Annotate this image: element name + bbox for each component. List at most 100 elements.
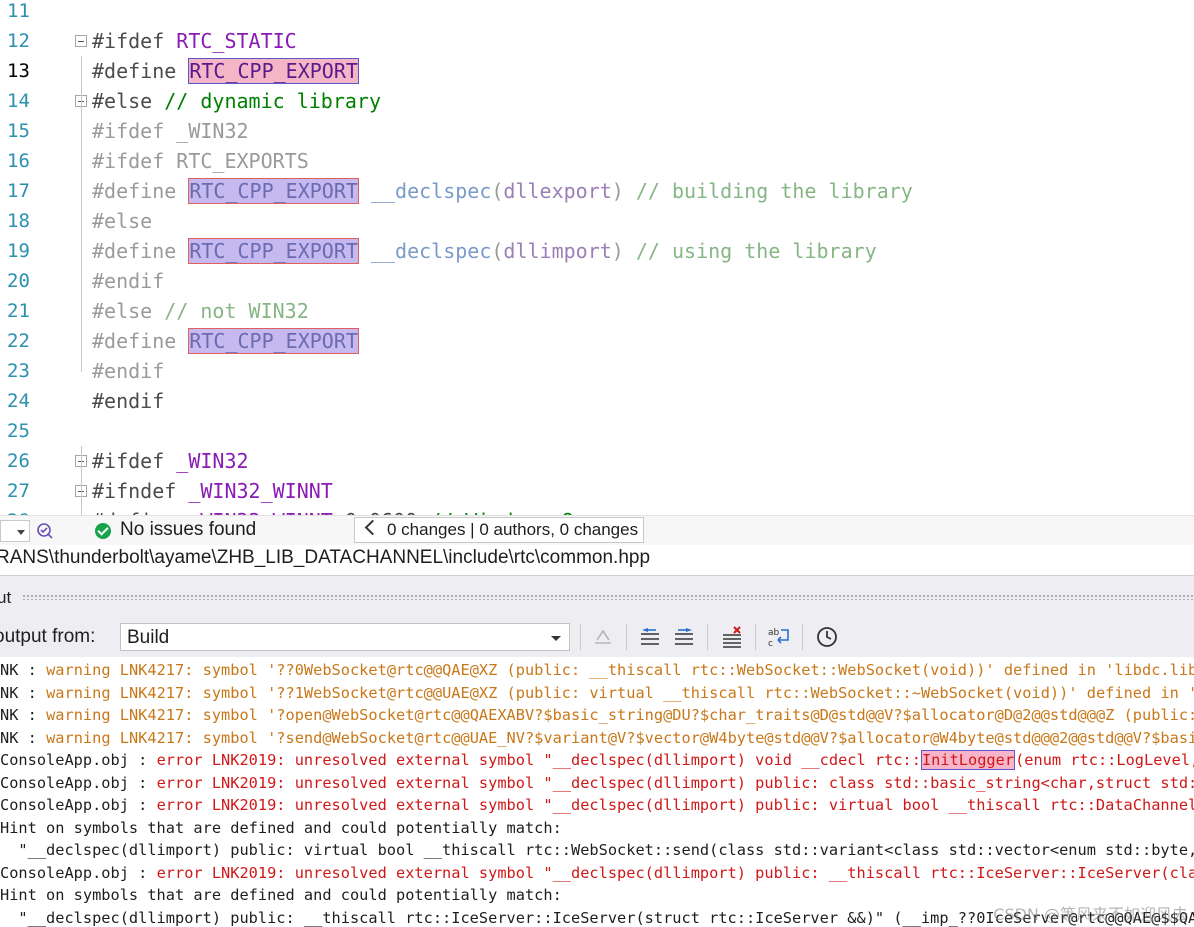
line-number: 23 xyxy=(7,360,30,382)
code-text[interactable]: #ifdef _WIN32 xyxy=(92,116,249,146)
line-number: 27 xyxy=(7,480,30,502)
code-line[interactable]: 17 #define RTC_CPP_EXPORT __declspec(dlle… xyxy=(0,176,1194,206)
code-token: #endif xyxy=(92,359,165,383)
line-number: 24 xyxy=(7,390,30,412)
watermark: CSDN @等风来不如迎风去 xyxy=(993,905,1188,924)
code-token: #define xyxy=(92,239,189,263)
toggle-word-wrap-icon[interactable]: ab c xyxy=(767,625,791,649)
line-number: 18 xyxy=(7,210,30,232)
code-token: #ifndef xyxy=(92,479,189,503)
code-text[interactable]: #else // not WIN32 xyxy=(92,296,309,326)
code-text[interactable]: #ifndef _WIN32_WINNT xyxy=(92,476,333,506)
find-message-in-code-icon[interactable] xyxy=(591,625,615,649)
code-text[interactable]: #endif xyxy=(92,266,164,296)
line-number: 11 xyxy=(7,0,30,22)
code-text[interactable]: #else xyxy=(92,206,152,236)
output-line[interactable]: ConsoleApp.obj : error LNK2019: unresolv… xyxy=(0,862,1194,885)
output-toolbar: output from: Build ab c xyxy=(0,615,1194,657)
code-line[interactable]: 20 #endif xyxy=(0,266,1194,296)
code-text[interactable]: #define RTC_CPP_EXPORT __declspec(dllimp… xyxy=(92,236,877,266)
code-line[interactable]: 18 #else xyxy=(0,206,1194,236)
output-line[interactable]: "__declspec(dllimport) public: virtual b… xyxy=(0,839,1194,862)
next-message-icon[interactable] xyxy=(672,625,696,649)
code-text[interactable]: #ifdef _WIN32 xyxy=(92,446,249,476)
output-line[interactable]: NK : warning LNK4217: symbol '??1WebSock… xyxy=(0,682,1194,705)
code-line[interactable]: 15 #ifdef _WIN32 xyxy=(0,116,1194,146)
git-changes-indicator[interactable]: 0 changes | 0 authors, 0 changes xyxy=(354,517,644,543)
output-token: Hint on symbols that are defined and cou… xyxy=(0,818,562,837)
code-token: ) xyxy=(611,179,636,203)
output-token: warning LNK4217: symbol '??1WebSocket@rt… xyxy=(46,683,1194,702)
code-text[interactable]: #ifdef RTC_STATIC xyxy=(92,26,297,56)
code-line[interactable]: 16 #ifdef RTC_EXPORTS xyxy=(0,146,1194,176)
code-line[interactable]: 28 #define _WIN32_WINNT 0x0600 // Windows… xyxy=(0,506,1194,515)
svg-text:ab: ab xyxy=(768,628,780,638)
toolbar-divider xyxy=(626,624,627,650)
code-token: #define xyxy=(92,59,189,83)
collapse-toggle-icon[interactable] xyxy=(75,35,87,47)
output-text-area[interactable]: NK : warning LNK4217: symbol '??0WebSock… xyxy=(0,657,1194,927)
zoom-dropdown[interactable] xyxy=(0,520,30,542)
line-number: 21 xyxy=(7,300,30,322)
output-line[interactable]: NK : warning LNK4217: symbol '?send@WebS… xyxy=(0,727,1194,750)
svg-text:c: c xyxy=(768,639,773,649)
code-line[interactable]: 12 #ifdef RTC_STATIC xyxy=(0,26,1194,56)
code-text[interactable]: #define RTC_CPP_EXPORT __declspec(dllexp… xyxy=(92,176,913,206)
toolbar-divider xyxy=(580,624,581,650)
panel-title: ut xyxy=(0,588,12,607)
code-line[interactable]: 27 #ifndef _WIN32_WINNT xyxy=(0,476,1194,506)
code-text[interactable]: #else // dynamic library xyxy=(92,86,381,116)
code-line[interactable]: 23 #endif xyxy=(0,356,1194,386)
output-line[interactable]: ConsoleApp.obj : error LNK2019: unresolv… xyxy=(0,749,1194,772)
output-token: ConsoleApp.obj : xyxy=(0,751,157,769)
output-source-value: Build xyxy=(127,627,170,648)
code-text[interactable]: #define RTC_CPP_EXPORT xyxy=(92,326,359,356)
code-line[interactable]: 11 xyxy=(0,0,1194,26)
editor-status-bar: No issues found 0 changes | 0 authors, 0… xyxy=(0,515,1194,545)
panel-drag-grip[interactable] xyxy=(22,594,1194,600)
line-number: 17 xyxy=(7,180,30,202)
code-text[interactable]: #ifdef RTC_EXPORTS xyxy=(92,146,309,176)
code-token: _WIN32_WINNT xyxy=(188,479,333,503)
symbol-highlight: RTC_CPP_EXPORT xyxy=(188,178,359,204)
code-editor[interactable]: 11 12 #ifdef RTC_STATIC 13 #define RTC_CPP_E… xyxy=(0,0,1194,515)
output-line[interactable]: Hint on symbols that are defined and cou… xyxy=(0,884,562,907)
output-line[interactable]: Hint on symbols that are defined and cou… xyxy=(0,817,562,840)
clear-all-icon[interactable] xyxy=(720,625,744,649)
code-line[interactable]: 14 #else // dynamic library xyxy=(0,86,1194,116)
code-token: RTC_STATIC xyxy=(176,29,297,53)
chevron-left-icon[interactable] xyxy=(364,519,381,536)
output-source-select[interactable]: Build xyxy=(120,623,570,651)
output-line[interactable]: NK : warning LNK4217: symbol '??0WebSock… xyxy=(0,659,1194,682)
issues-status[interactable]: No issues found xyxy=(120,519,256,541)
code-text[interactable]: #endif xyxy=(92,356,164,386)
code-line[interactable]: 19 #define RTC_CPP_EXPORT __declspec(dlli… xyxy=(0,236,1194,266)
clock-icon[interactable] xyxy=(815,625,839,649)
code-line[interactable]: 25 xyxy=(0,416,1194,446)
code-text[interactable]: #endif xyxy=(92,386,164,416)
output-line[interactable]: NK : warning LNK4217: symbol '?open@WebS… xyxy=(0,704,1194,727)
output-token: error LNK2019: unresolved external symbo… xyxy=(156,863,1194,882)
check-circle-icon xyxy=(95,523,111,539)
code-token: __declspec xyxy=(358,239,492,263)
code-text[interactable]: #define _WIN32_WINNT 0x0600 // Windows 8 xyxy=(92,506,574,515)
previous-message-icon[interactable] xyxy=(638,625,662,649)
code-line[interactable]: 22 #define RTC_CPP_EXPORT xyxy=(0,326,1194,356)
code-line[interactable]: 24 #endif xyxy=(0,386,1194,416)
output-token: ConsoleApp.obj : xyxy=(0,796,157,814)
code-token: #define xyxy=(92,329,189,353)
output-line[interactable]: ConsoleApp.obj : error LNK2019: unresolv… xyxy=(0,794,1194,817)
code-token: dllexport xyxy=(503,179,612,203)
code-line[interactable]: 13 #define RTC_CPP_EXPORT xyxy=(0,56,1194,86)
code-text[interactable]: #define RTC_CPP_EXPORT xyxy=(92,56,359,86)
line-number: 22 xyxy=(7,330,30,352)
code-token: #define xyxy=(92,179,189,203)
code-line[interactable]: 26 #ifdef _WIN32 xyxy=(0,446,1194,476)
code-token: #ifdef xyxy=(92,149,177,173)
output-token: NK : xyxy=(0,683,47,702)
toolbar-divider xyxy=(755,624,756,650)
code-line[interactable]: 21 #else // not WIN32 xyxy=(0,296,1194,326)
code-token: ( xyxy=(491,239,504,263)
intellicode-icon[interactable] xyxy=(36,522,54,540)
output-line[interactable]: ConsoleApp.obj : error LNK2019: unresolv… xyxy=(0,772,1194,795)
